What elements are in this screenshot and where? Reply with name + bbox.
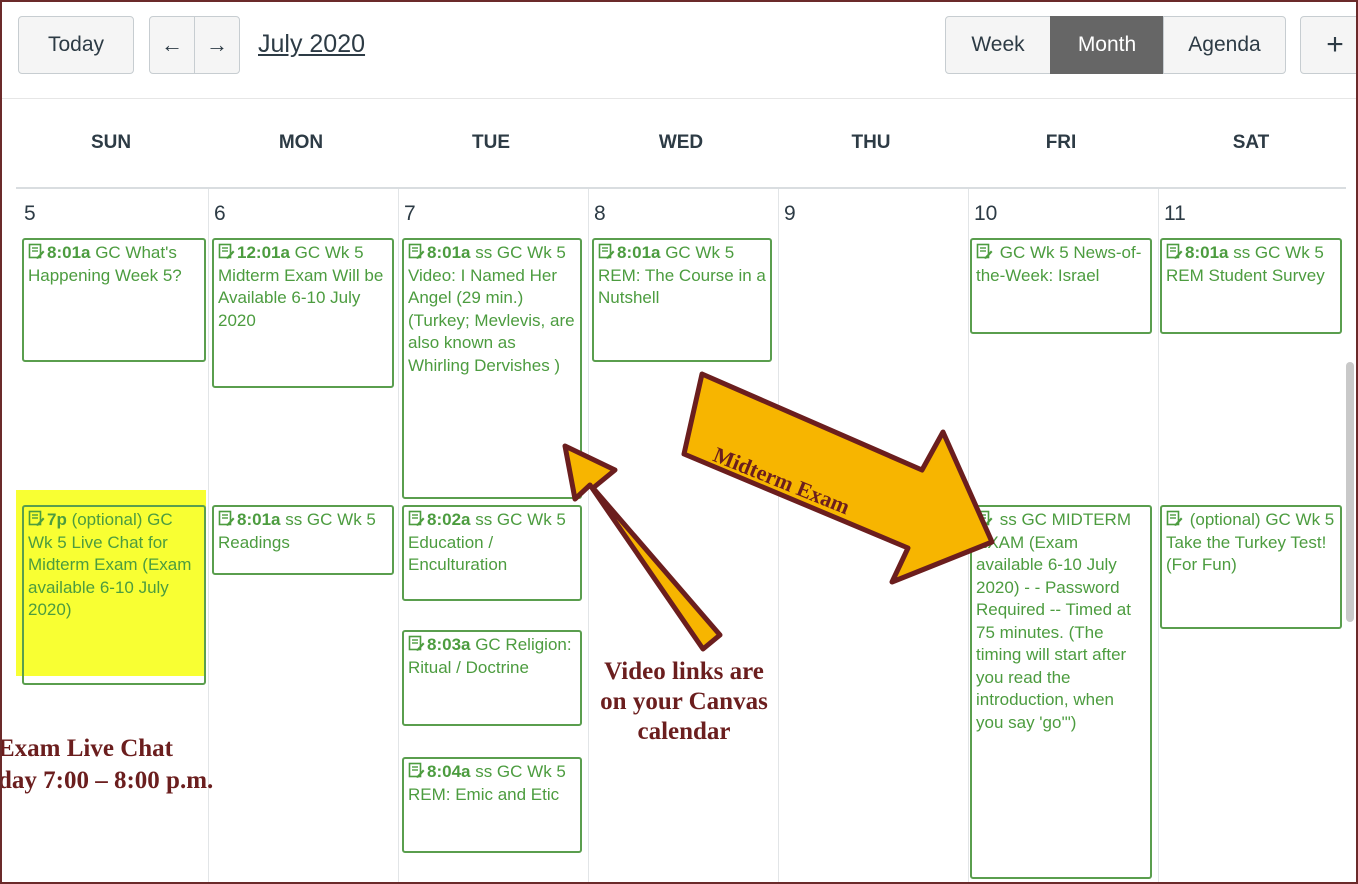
live-chat-note-line2: day 7:00 – 8:00 p.m. — [0, 767, 214, 794]
live-chat-note-line1: Exam Live Chat — [0, 735, 173, 762]
calendar-window: Today ← → July 2020 Week Month Agenda + … — [0, 0, 1358, 884]
annotation-arrows — [562, 371, 995, 652]
video-links-note: Video links are on your Canvas calendar — [600, 658, 768, 745]
video-arrow — [562, 443, 723, 652]
midterm-arrow — [681, 371, 995, 585]
